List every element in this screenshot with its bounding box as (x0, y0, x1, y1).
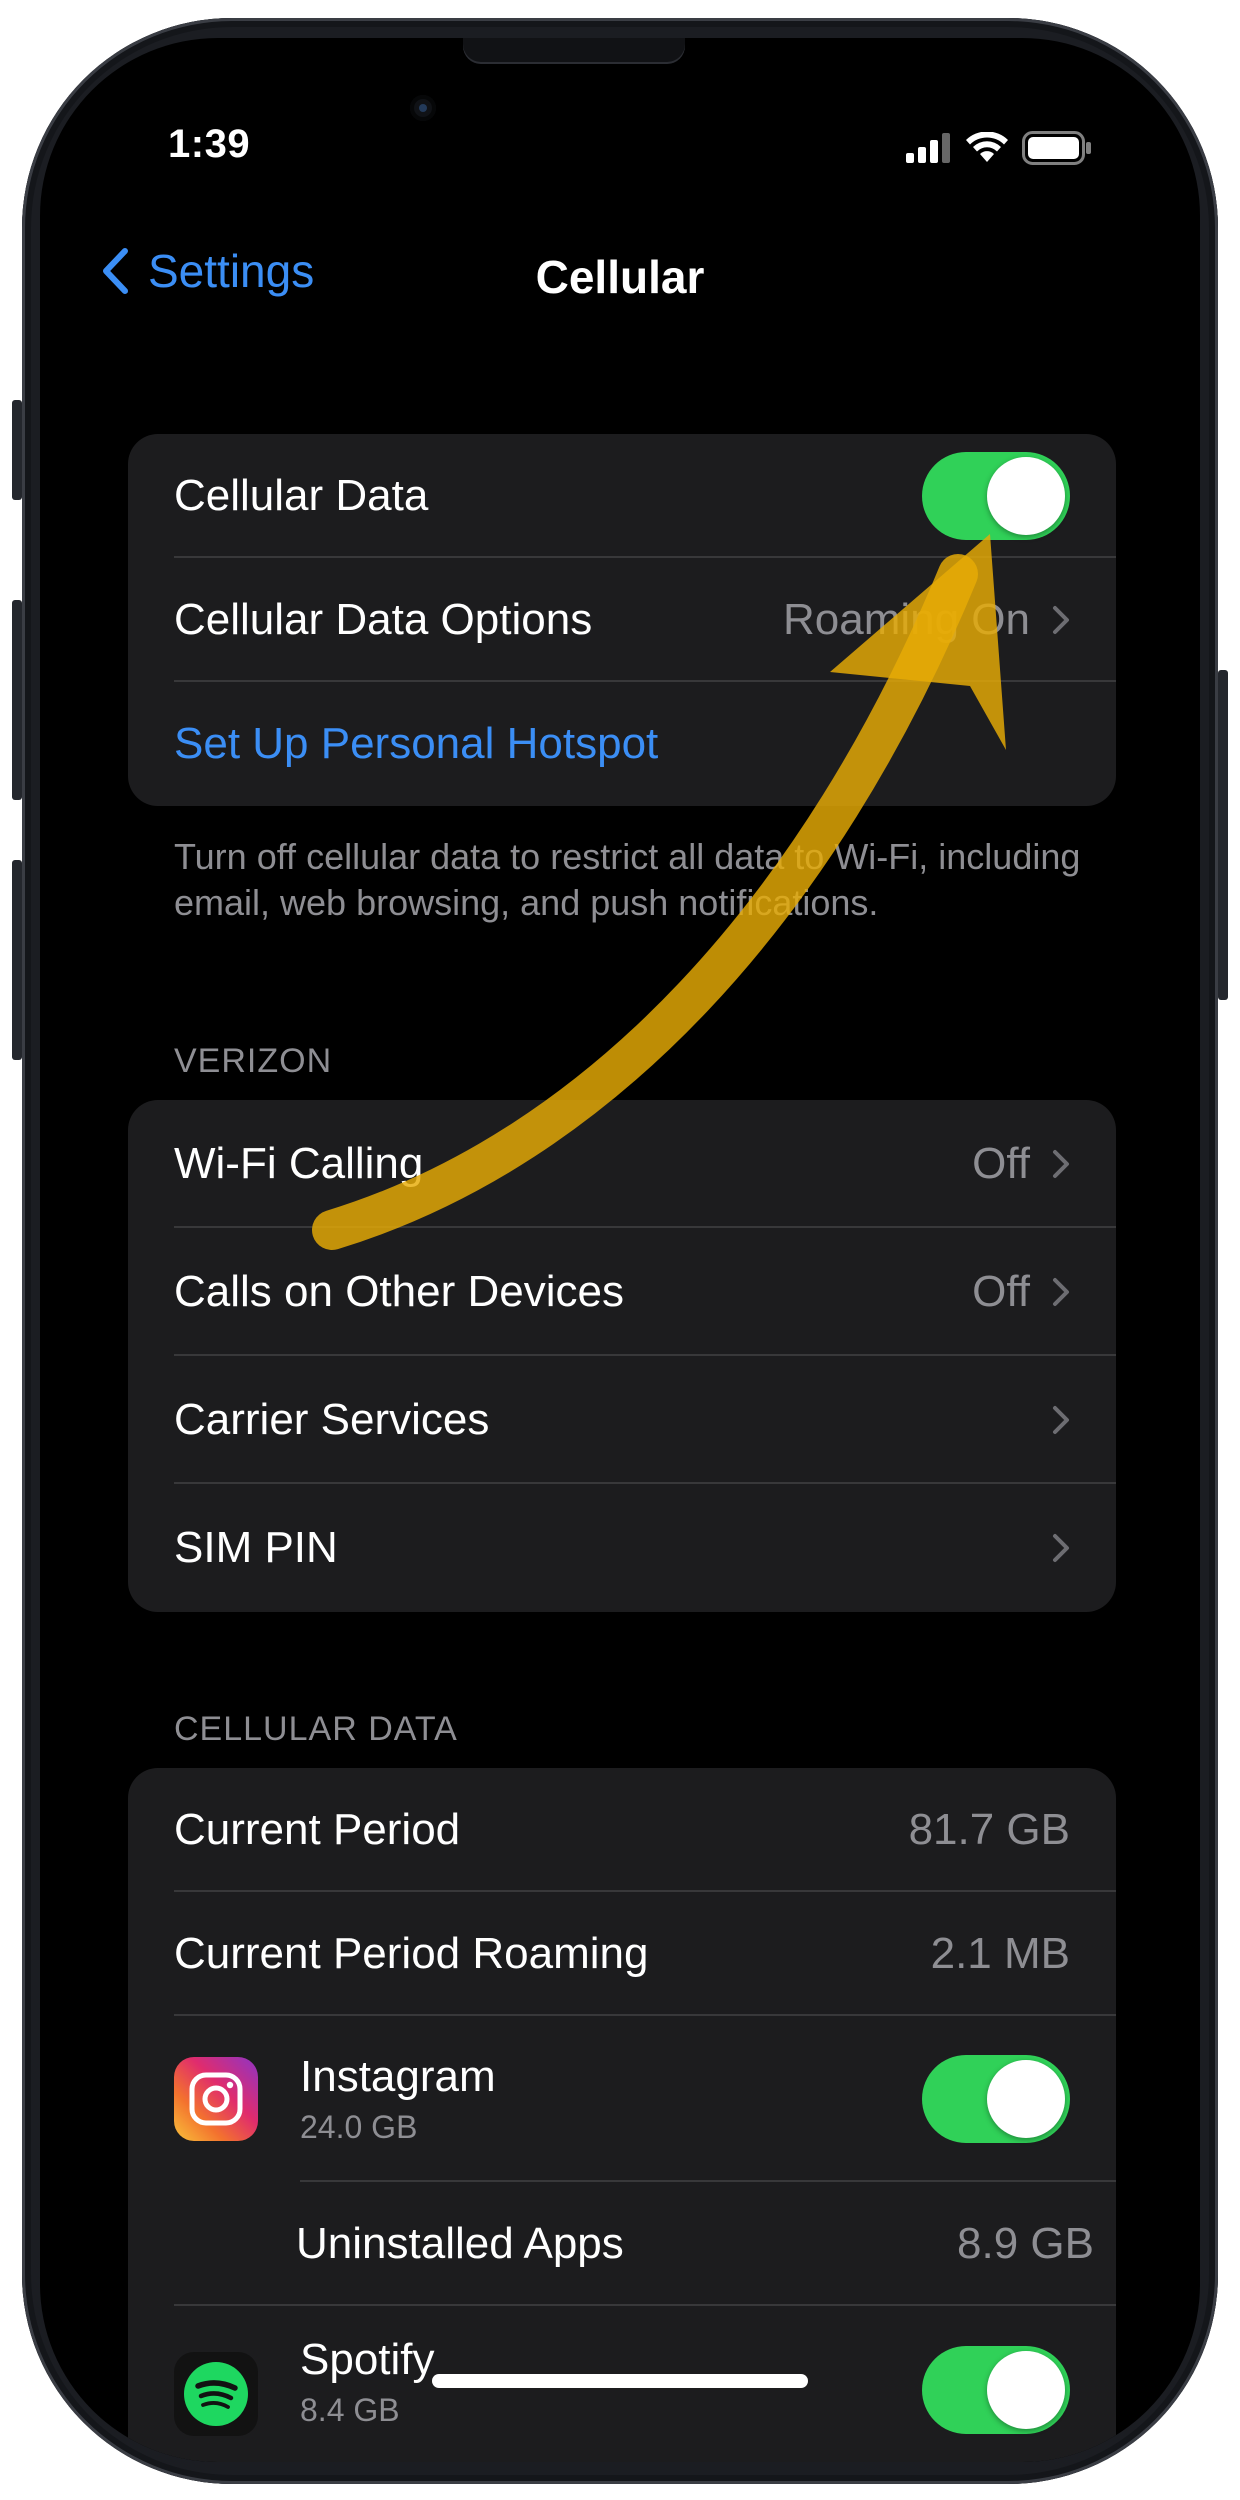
instagram-icon (174, 2057, 258, 2141)
cellular-data-row: Cellular Data (128, 434, 1116, 558)
cellular-data-group: Cellular Data Cellular Data Options Roam… (128, 434, 1116, 806)
app-name: Instagram (300, 2052, 496, 2101)
front-camera (410, 95, 436, 121)
chevron-right-icon (1053, 1150, 1069, 1178)
carrier-group: Wi-Fi Calling Off Calls on Other Devices… (128, 1100, 1116, 1612)
app-usage: 24.0 GB (300, 2109, 418, 2145)
calls-on-other-devices-row[interactable]: Calls on Other Devices Off (128, 1228, 1116, 1356)
toggle-knob (987, 2060, 1065, 2138)
wifi-icon (966, 132, 1008, 162)
cellular-data-footer: Turn off cellular data to restrict all d… (174, 836, 1081, 923)
home-indicator[interactable] (432, 2374, 808, 2388)
uninstalled-apps-label: Uninstalled Apps (296, 2219, 624, 2268)
chevron-right-icon (1053, 1278, 1069, 1306)
cellular-data-options-row[interactable]: Cellular Data Options Roaming On (128, 558, 1116, 682)
app-text: Instagram 24.0 GB (300, 2051, 922, 2147)
power-button (1218, 670, 1228, 1000)
battery-icon (1022, 131, 1091, 165)
chevron-right-icon (1053, 606, 1069, 634)
volume-down-button (12, 860, 22, 1060)
status-time: 1:39 (168, 122, 251, 166)
spotify-cellular-toggle[interactable] (922, 2346, 1070, 2434)
page-title: Cellular (535, 251, 705, 303)
current-period-row: Current Period 81.7 GB (128, 1768, 1116, 1892)
calls-on-other-devices-value: Off (972, 1267, 1030, 1316)
cellular-data-usage-group: Current Period 81.7 GB Current Period Ro… (128, 1768, 1116, 2462)
current-period-roaming-value: 2.1 MB (930, 1929, 1070, 1978)
status-icons (906, 128, 1092, 168)
spotify-icon (174, 2352, 258, 2436)
uninstalled-apps-row: Uninstalled Apps 8.9 GB (128, 2182, 1116, 2306)
set-up-personal-hotspot-link[interactable]: Set Up Personal Hotspot (174, 719, 1070, 769)
wifi-calling-value: Off (972, 1139, 1030, 1188)
calls-on-other-devices-label: Calls on Other Devices (174, 1267, 624, 1316)
sim-pin-row[interactable]: SIM PIN (128, 1484, 1116, 1612)
carrier-services-label: Carrier Services (174, 1395, 490, 1444)
cellular-data-section-header: CELLULAR DATA (174, 1710, 458, 1748)
sim-pin-label: SIM PIN (174, 1523, 338, 1572)
wifi-calling-row[interactable]: Wi-Fi Calling Off (128, 1100, 1116, 1228)
cellular-data-options-label: Cellular Data Options (174, 595, 593, 644)
speaker-grille (463, 38, 685, 64)
personal-hotspot-row[interactable]: Set Up Personal Hotspot (128, 682, 1116, 806)
cellular-data-label: Cellular Data (174, 471, 429, 520)
current-period-roaming-row: Current Period Roaming 2.1 MB (128, 1892, 1116, 2016)
wifi-calling-label: Wi-Fi Calling (174, 1139, 424, 1188)
cellular-data-toggle[interactable] (922, 452, 1070, 540)
volume-up-button (12, 600, 22, 800)
action-button (12, 400, 22, 500)
current-period-label: Current Period (174, 1805, 461, 1854)
carrier-section-header: VERIZON (174, 1042, 333, 1080)
cellular-data-options-value: Roaming On (782, 595, 1030, 644)
uninstalled-apps-value: 8.9 GB (957, 2219, 1094, 2268)
app-usage: 8.4 GB (300, 2392, 400, 2428)
instagram-cellular-toggle[interactable] (922, 2055, 1070, 2143)
carrier-services-row[interactable]: Carrier Services (128, 1356, 1116, 1484)
current-period-value: 81.7 GB (908, 1805, 1070, 1854)
chevron-right-icon (1053, 1534, 1069, 1562)
toggle-knob (987, 2351, 1065, 2429)
chevron-right-icon (1053, 1406, 1069, 1434)
toggle-knob (987, 457, 1065, 535)
current-period-roaming-label: Current Period Roaming (174, 1929, 649, 1978)
phone-screen: 1:39 Settings Cellular Cellular Data Cel… (40, 38, 1200, 2462)
cellular-signal-icon (906, 133, 950, 163)
app-row-instagram: Instagram 24.0 GB (128, 2016, 1116, 2182)
